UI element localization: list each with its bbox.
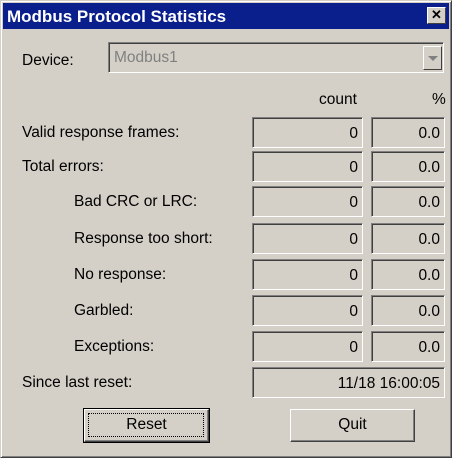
title-bar[interactable]: Modbus Protocol Statistics ✕ — [3, 3, 449, 29]
no-response-percent: 0.0 — [418, 267, 440, 284]
reset-button[interactable]: Reset — [83, 408, 210, 443]
bad-crc-count: 0 — [349, 194, 358, 211]
reset-button-label: Reset — [126, 416, 167, 433]
window-title: Modbus Protocol Statistics — [7, 7, 227, 26]
bad-crc-percent-field: 0.0 — [371, 186, 445, 217]
garbled-count: 0 — [349, 303, 358, 320]
no-response-count: 0 — [349, 267, 358, 284]
device-select[interactable]: Modbus1 — [108, 42, 444, 73]
quit-button-label: Quit — [338, 416, 367, 433]
valid-frames-percent-field: 0.0 — [371, 117, 445, 148]
device-label: Device: — [22, 52, 74, 69]
percent-column-header: % — [432, 91, 446, 108]
response-too-short-count-field: 0 — [252, 223, 363, 254]
response-too-short-percent-field: 0.0 — [371, 223, 445, 254]
valid-frames-count: 0 — [349, 125, 358, 142]
exceptions-count: 0 — [349, 339, 358, 356]
no-response-percent-field: 0.0 — [371, 259, 445, 290]
since-reset-value: 11/18 16:00:05 — [337, 375, 440, 392]
since-reset-field: 11/18 16:00:05 — [252, 367, 445, 398]
exceptions-percent-field: 0.0 — [371, 331, 445, 362]
count-column-header: count — [319, 91, 357, 108]
row-label-garbled: Garbled: — [74, 302, 134, 319]
total-errors-percent: 0.0 — [418, 159, 440, 176]
no-response-count-field: 0 — [252, 259, 363, 290]
garbled-percent: 0.0 — [418, 303, 440, 320]
row-label-valid-frames: Valid response frames: — [22, 124, 180, 141]
row-label-response-too-short: Response too short: — [74, 230, 213, 247]
response-too-short-percent: 0.0 — [418, 231, 440, 248]
close-button[interactable]: ✕ — [427, 7, 446, 24]
response-too-short-count: 0 — [349, 231, 358, 248]
dropdown-button[interactable] — [423, 46, 442, 70]
bad-crc-percent: 0.0 — [418, 194, 440, 211]
quit-button[interactable]: Quit — [290, 409, 415, 442]
total-errors-count: 0 — [349, 159, 358, 176]
total-errors-count-field: 0 — [252, 151, 363, 182]
bad-crc-count-field: 0 — [252, 186, 363, 217]
garbled-count-field: 0 — [252, 295, 363, 326]
since-reset-label: Since last reset: — [22, 374, 133, 391]
close-icon: ✕ — [431, 7, 442, 22]
row-label-total-errors: Total errors: — [22, 158, 104, 175]
chevron-down-icon — [428, 56, 438, 61]
valid-frames-percent: 0.0 — [418, 125, 440, 142]
valid-frames-count-field: 0 — [252, 117, 363, 148]
exceptions-percent: 0.0 — [418, 339, 440, 356]
row-label-bad-crc: Bad CRC or LRC: — [74, 193, 198, 210]
stats-dialog: Modbus Protocol Statistics ✕ Device: Mod… — [0, 0, 452, 458]
exceptions-count-field: 0 — [252, 331, 363, 362]
row-label-exceptions: Exceptions: — [74, 338, 155, 355]
device-select-value: Modbus1 — [114, 49, 178, 66]
row-label-no-response: No response: — [74, 266, 167, 283]
garbled-percent-field: 0.0 — [371, 295, 445, 326]
total-errors-percent-field: 0.0 — [371, 151, 445, 182]
